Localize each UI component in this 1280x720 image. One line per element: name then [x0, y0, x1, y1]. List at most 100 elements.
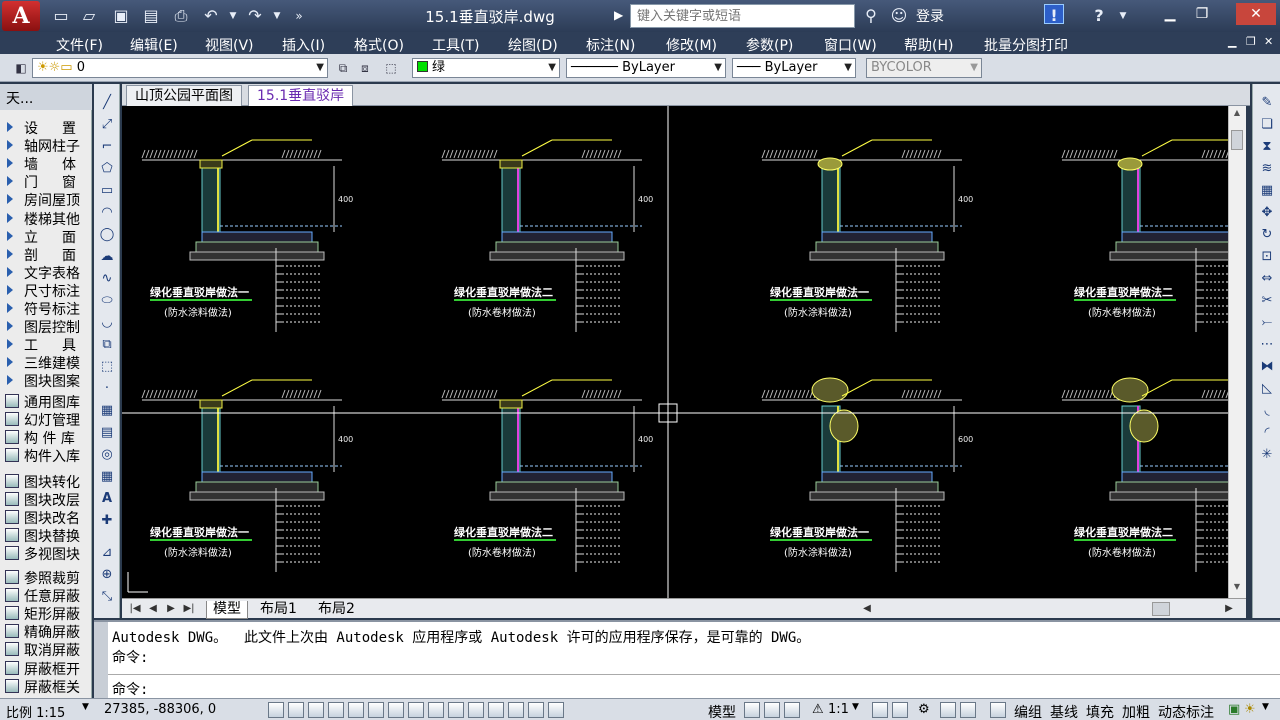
palette-item-group2-0[interactable]: 通用图库	[0, 392, 92, 411]
palette-item-group3-3[interactable]: 图块替换	[0, 526, 92, 545]
palette-item-group2-3[interactable]: 构件入库	[0, 446, 92, 465]
stretch-tool-icon[interactable]: ⇔	[1257, 270, 1277, 288]
infer-constraints-icon[interactable]	[268, 702, 284, 718]
plotstyle-combo[interactable]: BYCOLOR ▼	[866, 58, 982, 78]
offset-tool-icon[interactable]: ≋	[1257, 160, 1277, 178]
auto-scale-icon[interactable]	[892, 702, 908, 718]
save-as-icon[interactable]: ▤	[140, 5, 162, 27]
lineweight-combo[interactable]: ─── ByLayer ▼	[732, 58, 856, 78]
workspace-switch-icon[interactable]: ⚙	[918, 702, 930, 717]
search-input[interactable]	[630, 4, 855, 28]
palette-item-group1-4[interactable]: 房间屋顶	[0, 190, 92, 209]
annotation-visibility-icon[interactable]	[872, 702, 888, 718]
spline-tool-icon[interactable]: ∿	[97, 270, 117, 288]
layout-tool-icon[interactable]: ⤡	[97, 588, 117, 606]
explode-tool-icon[interactable]: ✳	[1257, 446, 1277, 464]
palette-item-group1-9[interactable]: 尺寸标注	[0, 281, 92, 300]
doc-restore-button[interactable]: ❐	[1246, 35, 1256, 48]
make-block-icon[interactable]: ⬚	[97, 358, 117, 376]
binoculars-icon[interactable]: ⚲	[860, 5, 882, 27]
tray-settings-icon[interactable]: ▣	[1228, 702, 1240, 717]
save-icon[interactable]: ▣	[110, 5, 132, 27]
quick-view-drawings-icon[interactable]	[764, 702, 780, 718]
array-tool-icon[interactable]: ▦	[1257, 182, 1277, 200]
help-dropdown-icon[interactable]: ▼	[1112, 5, 1134, 27]
menu-window[interactable]: 窗口(W)	[824, 35, 877, 55]
palette-item-group2-1[interactable]: 幻灯管理	[0, 410, 92, 429]
horizontal-scroll-thumb[interactable]	[1152, 602, 1170, 616]
add-selected-icon[interactable]: ✚	[97, 512, 117, 530]
color-combo[interactable]: 绿 ▼	[412, 58, 560, 78]
minimize-button[interactable]: ▁	[1156, 3, 1184, 25]
prev-layout-icon[interactable]: ◀	[146, 601, 160, 617]
maximize-button[interactable]: ❐	[1188, 3, 1216, 25]
break-tool-icon[interactable]: ⋯	[1257, 336, 1277, 354]
menu-modify[interactable]: 修改(M)	[666, 35, 717, 55]
next-layout-icon[interactable]: ▶	[164, 601, 178, 617]
annotation-scale-icon[interactable]: ⚠	[812, 702, 824, 717]
snap-mode-icon[interactable]	[288, 702, 304, 718]
palette-item-group4-0[interactable]: 参照裁剪	[0, 568, 92, 587]
isolate-objects-icon[interactable]	[960, 702, 976, 718]
lineweight-toggle-icon[interactable]	[468, 702, 484, 718]
undo-dropdown-icon[interactable]: ▼	[222, 5, 244, 27]
doc-close-button[interactable]: ✕	[1264, 35, 1273, 48]
linetype-combo[interactable]: ────── ByLayer ▼	[566, 58, 726, 78]
redo-dropdown-icon[interactable]: ▼	[266, 5, 288, 27]
first-layout-icon[interactable]: |◀	[128, 601, 142, 617]
layer-properties-icon[interactable]: ◧	[12, 59, 30, 77]
palette-item-group1-0[interactable]: 设置	[0, 118, 92, 137]
circle-tool-icon[interactable]: ◯	[97, 226, 117, 244]
drawing-canvas[interactable]: 400 绿化垂直驳岸做法一 (防水涂料做法) 400 绿化垂直驳岸做法二 (防水卷材做法)…	[122, 106, 1228, 598]
scroll-up-icon[interactable]: ▲	[1231, 108, 1243, 120]
application-menu-button[interactable]: A	[2, 1, 40, 31]
scale-dropdown-icon[interactable]: ▼	[82, 702, 89, 712]
selection-cycling-icon[interactable]	[528, 702, 544, 718]
palette-item-group1-12[interactable]: 工具	[0, 335, 92, 354]
ortho-mode-icon[interactable]	[328, 702, 344, 718]
menu-draw[interactable]: 绘图(D)	[508, 35, 558, 55]
palette-item-group1-8[interactable]: 文字表格	[0, 263, 92, 282]
info-center-icon[interactable]: !	[1044, 4, 1064, 25]
move-tool-icon[interactable]: ✥	[1257, 204, 1277, 222]
more-commands-icon[interactable]: »	[288, 5, 310, 27]
annotation-scale-label[interactable]: 比例 1:15	[6, 702, 65, 720]
revision-cloud-icon[interactable]: ☁	[97, 248, 117, 266]
status-btn-group[interactable]: 编组	[1014, 702, 1042, 720]
layer-previous-icon[interactable]: ⧈	[356, 59, 374, 77]
3d-object-snap-icon[interactable]	[388, 702, 404, 718]
print-icon[interactable]: ⎙	[170, 5, 192, 27]
table-tool-icon[interactable]: ▦	[97, 468, 117, 486]
erase-tool-icon[interactable]: ✎	[1257, 94, 1277, 112]
status-btn-dynamic-dim[interactable]: 动态标注	[1158, 702, 1214, 720]
nav-wheel-icon[interactable]: ⊕	[97, 566, 117, 584]
chamfer-tool-icon[interactable]: ◺	[1257, 380, 1277, 398]
palette-item-group1-2[interactable]: 墙体	[0, 154, 92, 173]
ellipse-arc-icon[interactable]: ◡	[97, 314, 117, 332]
palette-item-group4-6[interactable]: 屏蔽框关	[0, 677, 92, 696]
menu-format[interactable]: 格式(O)	[354, 35, 404, 55]
help-icon[interactable]: ?	[1088, 5, 1110, 27]
palette-item-group3-0[interactable]: 图块转化	[0, 472, 92, 491]
make-current-layer-icon[interactable]: ⧉	[334, 59, 352, 77]
palette-item-group4-4[interactable]: 取消屏蔽	[0, 640, 92, 659]
palette-item-group4-1[interactable]: 任意屏蔽	[0, 586, 92, 605]
menu-insert[interactable]: 插入(I)	[282, 35, 325, 55]
polyline-tool-icon[interactable]: ⌐	[97, 138, 117, 156]
hscroll-left-icon[interactable]: ◀	[860, 601, 874, 617]
scroll-down-icon[interactable]: ▼	[1231, 582, 1243, 594]
search-expand-icon[interactable]: ▶	[614, 8, 623, 22]
palette-item-group4-3[interactable]: 精确屏蔽	[0, 622, 92, 641]
hscroll-right-icon[interactable]: ▶	[1222, 601, 1236, 617]
annot-scale-dropdown-icon[interactable]: ▼	[852, 702, 859, 712]
tray-dropdown-icon[interactable]: ▼	[1262, 702, 1269, 712]
login-link[interactable]: 登录	[916, 6, 944, 26]
new-file-icon[interactable]: ▭	[50, 5, 72, 27]
annotation-monitor-icon[interactable]	[548, 702, 564, 718]
redo-icon[interactable]: ↷	[244, 5, 266, 27]
palette-item-group1-11[interactable]: 图层控制	[0, 317, 92, 336]
palette-item-group1-3[interactable]: 门窗	[0, 172, 92, 191]
menu-parametric[interactable]: 参数(P)	[746, 35, 793, 55]
hatch-tool-icon[interactable]: ▦	[97, 402, 117, 420]
doc-minimize-button[interactable]: ▁	[1228, 35, 1236, 48]
